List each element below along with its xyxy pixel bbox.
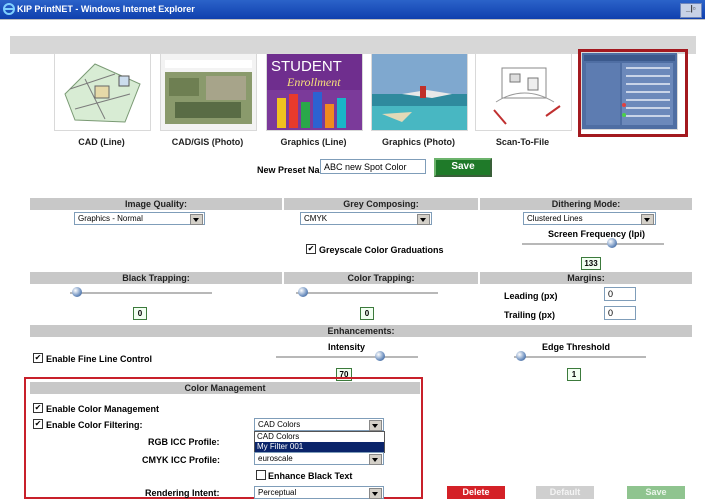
cad-line-thumbnail [55, 54, 150, 130]
scan-to-file-thumbnail [476, 54, 571, 130]
rgb-icc-profile-label: RGB ICC Profile: [148, 437, 220, 447]
color-trapping-header: Color Trapping: [284, 272, 478, 284]
trailing-input[interactable]: 0 [604, 306, 636, 320]
bottom-save-button[interactable]: Save [627, 486, 685, 499]
color-trapping-slider-knob[interactable] [298, 287, 308, 297]
dithering-select[interactable]: Clustered Lines [523, 212, 656, 225]
grey-composing-value: CMYK [304, 214, 328, 223]
intensity-slider-knob[interactable] [375, 351, 385, 361]
restore-icon[interactable]: _|▫ [686, 4, 696, 13]
image-quality-header: Image Quality: [30, 198, 282, 210]
enable-color-management-checkbox[interactable]: ✔ [33, 403, 43, 413]
preset-label-graphics-photo: Graphics (Photo) [381, 137, 455, 147]
screen-frequency-slider-track[interactable] [522, 243, 664, 245]
dithering-value: Clustered Lines [527, 214, 583, 223]
chevron-down-icon[interactable] [369, 488, 382, 499]
dithering-header: Dithering Mode: [480, 198, 692, 210]
preset-label-scan-to-file: Scan-To-File [495, 137, 550, 147]
color-filtering-value: CAD Colors [258, 420, 301, 429]
cmyk-icc-profile-label: CMYK ICC Profile: [142, 455, 221, 465]
margins-header: Margins: [480, 272, 692, 284]
chevron-down-icon[interactable] [369, 454, 382, 465]
enable-color-management-label: Enable Color Management [46, 404, 160, 414]
selected-preset-highlight [578, 49, 688, 137]
leading-label: Leading (px) [504, 291, 558, 301]
grey-composing-header: Grey Composing: [284, 198, 478, 210]
cad-gis-photo-thumbnail [161, 54, 256, 130]
chevron-down-icon[interactable] [417, 214, 430, 225]
image-quality-select[interactable]: Graphics - Normal [74, 212, 205, 225]
edge-threshold-slider-track[interactable] [514, 356, 646, 358]
rendering-intent-label: Rendering Intent: [145, 488, 220, 498]
ie-logo-icon [3, 3, 15, 15]
preset-label-cad-gis: CAD/GIS (Photo) [171, 137, 244, 147]
cmyk-icc-profile-value: euroscale [258, 454, 293, 463]
greyscale-graduations-label: Greyscale Color Graduations [319, 245, 444, 255]
image-quality-value: Graphics - Normal [78, 214, 143, 223]
enable-color-filtering-checkbox[interactable]: ✔ [33, 419, 43, 429]
preset-label-cad-line: CAD (Line) [78, 137, 125, 147]
dropdown-option[interactable]: CAD Colors [255, 432, 384, 442]
preset-cad-line[interactable] [54, 53, 151, 131]
preset-graphics-line[interactable]: STUDENT Enrollment [266, 53, 363, 131]
black-trapping-slider-knob[interactable] [72, 287, 82, 297]
preset-scan-to-file[interactable] [475, 53, 572, 131]
rendering-intent-select[interactable]: Perceptual [254, 486, 384, 499]
black-trapping-slider-track[interactable] [70, 292, 212, 294]
window-control-buttons[interactable]: _|▫ [680, 3, 702, 18]
screen-frequency-value: 133 [581, 257, 601, 270]
black-trapping-value: 0 [133, 307, 147, 320]
window-titlebar: KIP PrintNET - Windows Internet Explorer… [0, 0, 705, 19]
color-trapping-value: 0 [360, 307, 374, 320]
preset-cad-gis-photo[interactable] [160, 53, 257, 131]
rendering-intent-value: Perceptual [258, 488, 297, 497]
enable-color-filtering-label: Enable Color Filtering: [46, 420, 143, 430]
screen-frequency-slider-knob[interactable] [607, 238, 617, 248]
color-filtering-select[interactable]: CAD Colors [254, 418, 384, 431]
fine-line-checkbox[interactable]: ✔ [33, 353, 43, 363]
grey-composing-select[interactable]: CMYK [300, 212, 432, 225]
cmyk-icc-profile-select[interactable]: euroscale [254, 452, 384, 465]
screen-frequency-label: Screen Frequency (lpi) [548, 229, 646, 239]
chevron-down-icon[interactable] [641, 214, 654, 225]
enhance-black-text-checkbox[interactable] [256, 470, 266, 480]
edge-threshold-slider-knob[interactable] [516, 351, 526, 361]
edge-threshold-label: Edge Threshold [542, 342, 611, 352]
chevron-down-icon[interactable] [369, 420, 382, 431]
black-trapping-header: Black Trapping: [30, 272, 282, 284]
greyscale-graduations-checkbox[interactable]: ✔ [306, 244, 316, 254]
enhancements-header: Enhancements: [30, 325, 692, 337]
window-title: KIP PrintNET - Windows Internet Explorer [17, 4, 195, 14]
edge-threshold-value: 1 [567, 368, 581, 381]
trailing-label: Trailing (px) [504, 310, 556, 320]
delete-button[interactable]: Delete [447, 486, 505, 499]
fine-line-label: Enable Fine Line Control [46, 354, 153, 364]
dropdown-option-highlighted[interactable]: My Filter 001 [255, 442, 384, 452]
leading-input[interactable]: 0 [604, 287, 636, 301]
preset-graphics-photo[interactable] [371, 53, 468, 131]
thumb-enrollment-text: Enrollment [286, 75, 341, 89]
intensity-label: Intensity [328, 342, 366, 352]
preset-label-graphics-line: Graphics (Line) [280, 137, 347, 147]
new-preset-name-input[interactable] [320, 159, 426, 174]
graphics-line-thumbnail: STUDENT Enrollment [267, 54, 362, 130]
thumb-student-text: STUDENT [271, 58, 342, 75]
intensity-slider-track[interactable] [276, 356, 418, 358]
chevron-down-icon[interactable] [190, 214, 203, 225]
color-filtering-dropdown-list[interactable]: CAD Colors My Filter 001 [254, 431, 385, 453]
color-trapping-slider-track[interactable] [296, 292, 438, 294]
default-button[interactable]: Default [536, 486, 594, 499]
preset-save-button[interactable]: Save [434, 158, 492, 177]
graphics-photo-thumbnail [372, 54, 467, 130]
enhance-black-text-label: Enhance Black Text [268, 471, 353, 481]
